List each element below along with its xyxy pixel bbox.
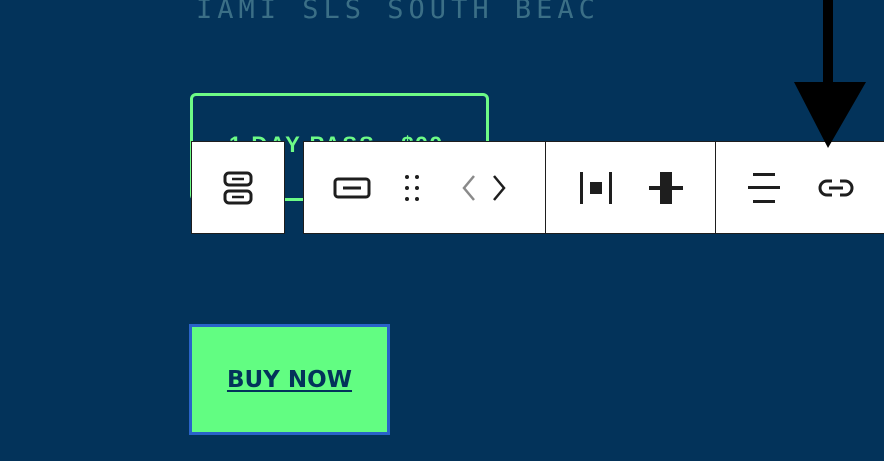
buy-now-label: BUY NOW: [226, 366, 353, 393]
buttons-block-icon: [223, 171, 253, 204]
drag-handle-icon: [405, 174, 419, 201]
move-left-button[interactable]: [454, 142, 484, 233]
page-heading: IAMI SLS SOUTH BEAC: [196, 0, 600, 25]
link-icon: [818, 179, 854, 196]
drag-handle[interactable]: [394, 142, 430, 233]
buy-now-button[interactable]: BUY NOW: [189, 324, 390, 435]
justify-button[interactable]: [566, 142, 626, 233]
align-icon: [748, 172, 780, 203]
move-right-button[interactable]: [484, 142, 514, 233]
justify-center-icon: [580, 171, 612, 204]
vertical-alignment-button[interactable]: [636, 142, 696, 233]
move-left-icon: [462, 174, 475, 201]
select-parent-buttons-button[interactable]: [192, 142, 284, 233]
toolbar-separator: [545, 142, 546, 233]
toolbar-parent-group: [191, 141, 285, 234]
align-button[interactable]: [734, 142, 794, 233]
annotation-arrow-icon: [794, 0, 866, 148]
vertical-align-icon: [649, 171, 683, 204]
move-right-icon: [493, 174, 506, 201]
toolbar-separator: [715, 142, 716, 233]
button-block-switcher[interactable]: [322, 142, 382, 233]
button-block-icon: [333, 177, 371, 198]
